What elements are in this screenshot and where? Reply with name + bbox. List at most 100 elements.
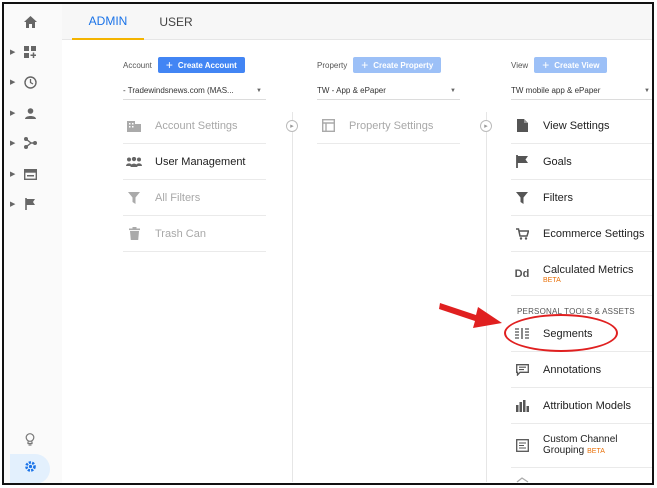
item-label-line2: Grouping <box>543 445 585 456</box>
arrow-right-icon: ▸ <box>480 120 492 132</box>
user-management-item[interactable]: User Management <box>123 144 266 180</box>
item-label: User Management <box>155 155 246 168</box>
property-selector-value: TW - App & ePaper <box>317 86 386 95</box>
property-settings-item[interactable]: Property Settings <box>317 108 460 144</box>
filters-item[interactable]: Filters <box>511 180 652 216</box>
next-item-partial <box>511 470 652 483</box>
plus-icon: + <box>542 58 550 72</box>
column-divider <box>292 112 293 482</box>
filter-icon <box>511 191 533 204</box>
attribution-models-item[interactable]: Attribution Models <box>511 388 652 424</box>
dropdown-arrow-icon: ▼ <box>644 87 650 94</box>
filter-icon <box>123 191 145 204</box>
item-label: Account Settings <box>155 119 238 132</box>
behavior-icon <box>22 166 38 182</box>
clock-icon <box>22 74 38 90</box>
annotation-icon <box>511 363 533 376</box>
annotations-item[interactable]: Annotations <box>511 352 652 388</box>
rail-behavior[interactable]: ▶ <box>4 159 62 189</box>
item-label: Calculated Metrics <box>543 263 634 276</box>
custom-channel-text: Custom Channel Grouping BETA <box>543 434 617 457</box>
caret-right-icon: ▶ <box>10 110 16 117</box>
rail-discover[interactable] <box>4 424 62 454</box>
item-label: Property Settings <box>349 119 434 132</box>
bar-chart-icon <box>511 399 533 412</box>
lightbulb-icon <box>22 431 38 447</box>
view-selector-value: TW mobile app & ePaper <box>511 86 601 95</box>
view-settings-item[interactable]: View Settings <box>511 108 652 144</box>
view-label: View <box>511 60 529 70</box>
property-settings-icon <box>317 119 339 132</box>
dropdown-arrow-icon: ▼ <box>256 87 262 94</box>
rail-realtime[interactable]: ▶ <box>4 67 62 97</box>
custom-channel-grouping-item[interactable]: Custom Channel Grouping BETA <box>511 424 652 468</box>
calculated-metrics-item[interactable]: Dd Calculated Metrics BETA <box>511 252 652 296</box>
view-selector[interactable]: TW mobile app & ePaper ▼ <box>511 82 652 100</box>
caret-right-icon: ▶ <box>10 79 16 86</box>
calculated-metrics-text: Calculated Metrics BETA <box>543 264 633 284</box>
trash-can-item[interactable]: Trash Can <box>123 216 266 252</box>
arrow-right-icon: ▸ <box>286 120 298 132</box>
acquisition-icon <box>22 135 38 151</box>
dashboard-icon <box>22 44 38 60</box>
caret-right-icon: ▶ <box>10 140 16 147</box>
admin-tabs: ADMIN USER <box>62 4 652 40</box>
item-label: Filters <box>543 191 573 204</box>
property-header: Property + Create Property <box>317 56 442 74</box>
flag-icon <box>511 155 533 168</box>
account-header: Account + Create Account <box>123 56 245 74</box>
dd-icon: Dd <box>514 267 530 280</box>
trash-icon <box>123 227 145 240</box>
rail-admin[interactable] <box>10 454 50 483</box>
beta-badge: BETA <box>587 448 605 455</box>
tab-user[interactable]: USER <box>144 4 208 40</box>
create-view-button[interactable]: + Create View <box>534 57 608 73</box>
partial-icon <box>511 477 533 483</box>
beta-badge: BETA <box>543 276 561 284</box>
item-label: Annotations <box>543 363 602 376</box>
rail-audience[interactable]: ▶ <box>4 98 62 128</box>
item-label: View Settings <box>543 119 610 132</box>
caret-right-icon: ▶ <box>10 49 16 56</box>
caret-right-icon: ▶ <box>10 201 16 208</box>
document-icon <box>511 119 533 132</box>
goals-item[interactable]: Goals <box>511 144 652 180</box>
channel-icon <box>511 439 533 452</box>
create-account-button[interactable]: + Create Account <box>157 57 245 73</box>
app-frame: ▶ ▶ ▶ ▶ ▶ ▶ ADMIN USER Account + Create … <box>2 2 654 485</box>
rail-customization[interactable]: ▶ <box>4 37 62 67</box>
create-property-button[interactable]: + Create Property <box>353 57 442 73</box>
rail-home[interactable] <box>4 7 62 37</box>
property-label: Property <box>317 60 348 70</box>
item-label: Attribution Models <box>543 399 632 412</box>
users-icon <box>123 156 145 167</box>
plus-icon: + <box>165 58 173 72</box>
item-label: Ecommerce Settings <box>543 227 645 240</box>
item-label: Goals <box>543 155 572 168</box>
ecommerce-settings-item[interactable]: Ecommerce Settings <box>511 216 652 252</box>
account-settings-item[interactable]: Account Settings <box>123 108 266 144</box>
rail-acquisition[interactable]: ▶ <box>4 128 62 158</box>
property-selector[interactable]: TW - App & ePaper ▼ <box>317 82 460 100</box>
cart-icon <box>511 227 533 240</box>
left-rail: ▶ ▶ ▶ ▶ ▶ ▶ <box>4 4 62 483</box>
dropdown-arrow-icon: ▼ <box>450 87 456 94</box>
account-label: Account <box>123 60 152 70</box>
red-circle-annotation <box>504 314 618 352</box>
red-arrow-annotation <box>438 297 504 336</box>
flag-icon <box>22 196 38 212</box>
item-label: Trash Can <box>155 227 206 240</box>
account-selector[interactable]: - Tradewindsnews.com (MAS... ▼ <box>123 82 266 100</box>
caret-right-icon: ▶ <box>10 171 16 178</box>
all-filters-item[interactable]: All Filters <box>123 180 266 216</box>
gear-icon <box>24 460 37 478</box>
item-label: All Filters <box>155 191 201 204</box>
plus-icon: + <box>361 58 369 72</box>
rail-conversions[interactable]: ▶ <box>4 189 62 219</box>
home-icon <box>22 14 38 30</box>
person-icon <box>22 105 38 121</box>
tab-admin[interactable]: ADMIN <box>72 4 144 40</box>
view-header: View + Create View <box>511 56 608 74</box>
account-selector-value: - Tradewindsnews.com (MAS... <box>123 86 234 95</box>
building-icon <box>123 119 145 132</box>
